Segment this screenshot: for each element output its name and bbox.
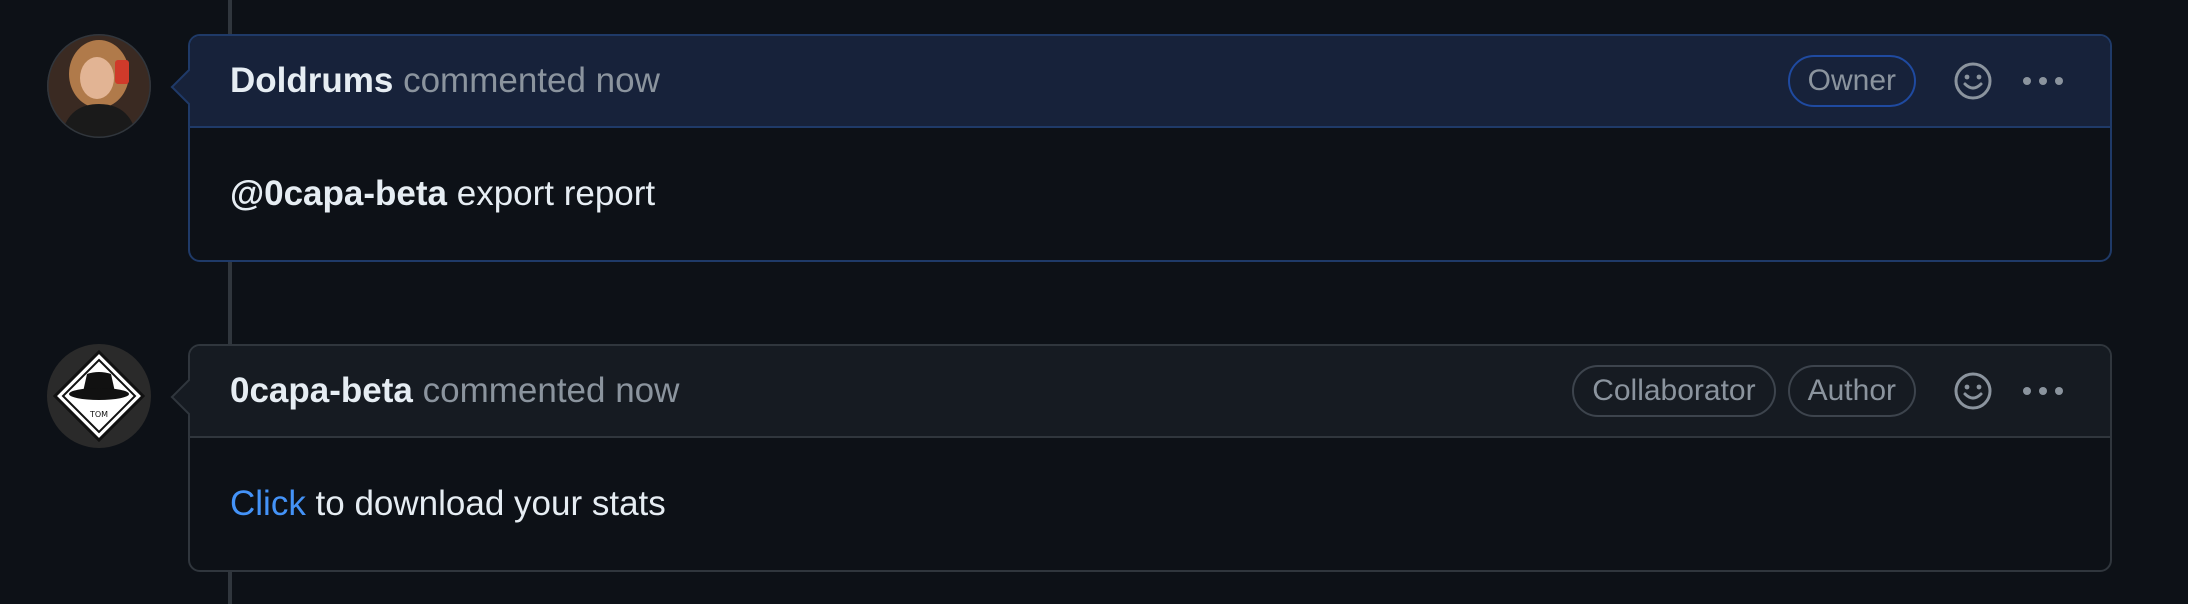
comment-action: commented now: [423, 371, 680, 410]
comment-card: Doldrums commented now Owner @0capa-beta…: [170, 34, 2112, 262]
user-mention-link[interactable]: @0capa-beta: [230, 174, 447, 214]
avatar-photo-icon: [47, 34, 151, 138]
comment-author-link[interactable]: Doldrums: [230, 61, 393, 100]
comment-header-text: Doldrums commented now: [230, 61, 660, 101]
comment-body-text: export report: [447, 174, 656, 213]
avatar-doldrums[interactable]: [47, 34, 151, 138]
add-reaction-button[interactable]: [1946, 364, 2000, 418]
add-reaction-button[interactable]: [1946, 54, 2000, 108]
smiley-icon: [1954, 62, 1992, 100]
more-options-button[interactable]: [2016, 54, 2070, 108]
comment-header: Doldrums commented now Owner: [190, 36, 2110, 128]
comment-author-link[interactable]: 0capa-beta: [230, 371, 413, 410]
comment-body-text: to download your stats: [305, 484, 666, 523]
kebab-horizontal-icon: [2023, 77, 2063, 85]
download-link[interactable]: Click: [230, 484, 306, 524]
comment-timestamp[interactable]: commented now: [423, 371, 680, 410]
comment-timestamp[interactable]: commented now: [403, 61, 660, 100]
comment-header-actions: Collaborator Author: [1572, 364, 2070, 418]
more-options-button[interactable]: [2016, 364, 2070, 418]
kebab-horizontal-icon: [2023, 387, 2063, 395]
comment-body: Click to download your stats: [190, 438, 2110, 570]
avatar-0capa-beta[interactable]: TOM: [47, 344, 151, 448]
comment-header-text: 0capa-beta commented now: [230, 371, 679, 411]
avatar-label: TOM: [89, 410, 108, 419]
timeline: Doldrums commented now Owner @0capa-beta…: [0, 0, 2188, 604]
comment-body: @0capa-beta export report: [190, 128, 2110, 260]
author-badge: Author: [1787, 365, 1916, 417]
collaborator-badge: Collaborator: [1572, 365, 1776, 417]
owner-badge: Owner: [1787, 55, 1916, 107]
comment-header-actions: Owner: [1787, 54, 2070, 108]
smiley-icon: [1954, 372, 1992, 410]
comment-header: 0capa-beta commented now Collaborator Au…: [190, 346, 2110, 438]
hat-logo-icon: TOM: [47, 344, 151, 448]
comment-card: 0capa-beta commented now Collaborator Au…: [170, 344, 2112, 572]
comment-action: commented now: [403, 61, 660, 100]
